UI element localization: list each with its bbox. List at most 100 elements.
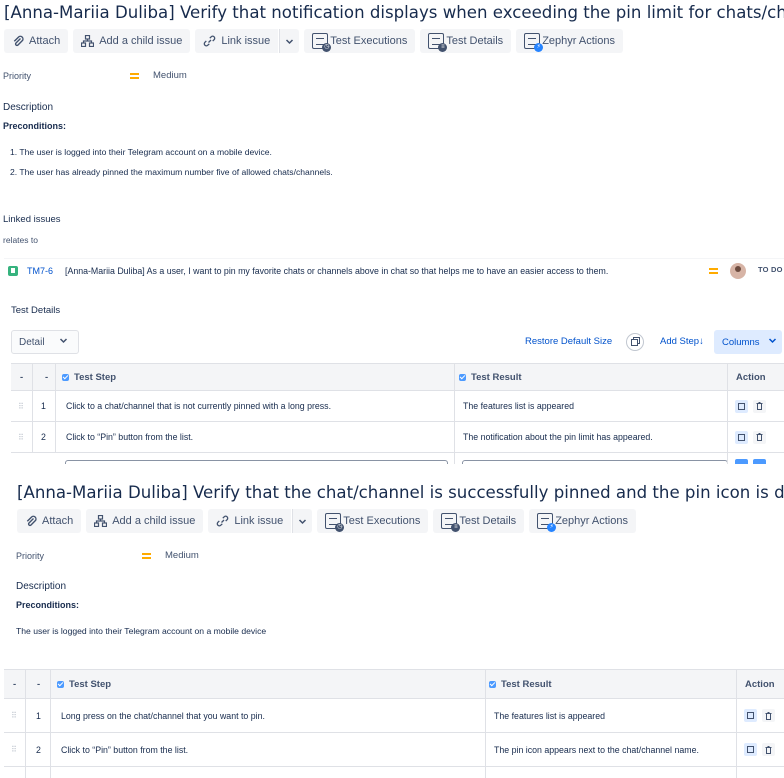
table-row: ⠿ 2 Click to “Pin” button from the list.… [4, 733, 784, 767]
trash-icon[interactable] [762, 743, 775, 756]
restore-default-size-link[interactable]: Restore Default Size [525, 336, 612, 347]
precondition-item: The user is logged into their Telegram a… [16, 626, 267, 636]
result-text[interactable]: The pin icon appears next to the chat/ch… [494, 733, 699, 766]
column-label: Test Step [74, 371, 117, 383]
step-text[interactable]: Click to “Pin” button from the list. [61, 733, 188, 766]
issue-toolbar: Attach Add a child issue Link issue ◷ Te… [4, 29, 623, 53]
zephyr-actions-label: Zephyr Actions [555, 515, 628, 527]
relates-to-label: relates to [3, 235, 38, 245]
add-child-issue-button[interactable]: Add a child issue [86, 509, 204, 533]
preconditions-heading: Preconditions: [3, 121, 67, 131]
priority-text: Medium [165, 550, 199, 561]
chevron-down-icon [298, 517, 307, 526]
test-details-button[interactable]: ≡ Test Details [433, 509, 525, 533]
add-child-issue-button[interactable]: Add a child issue [73, 29, 191, 53]
step-number: 2 [41, 432, 46, 442]
divider [55, 364, 56, 453]
linked-issues-heading: Linked issues [3, 214, 61, 225]
linked-issue-key[interactable]: TM7-6 [27, 266, 53, 276]
test-executions-button[interactable]: ◷ Test Executions [317, 509, 429, 533]
column-action: Action [745, 678, 775, 690]
test-executions-button[interactable]: ◷ Test Executions [304, 29, 416, 53]
column-test-result[interactable]: Test Result [489, 670, 552, 698]
divider [32, 364, 33, 453]
trash-icon[interactable] [753, 399, 766, 413]
checkbox-icon [459, 373, 466, 381]
chevron-down-icon [59, 336, 68, 348]
link-issue-button[interactable]: Link issue [195, 29, 279, 53]
drag-handle-icon[interactable]: ⠿ [18, 422, 24, 452]
priority-medium-icon [709, 268, 718, 274]
column-test-step[interactable]: Test Step [57, 670, 111, 698]
trash-icon[interactable] [762, 709, 775, 722]
trash-icon[interactable] [753, 430, 766, 444]
clone-icon[interactable] [744, 709, 757, 722]
step-number: 1 [36, 710, 41, 721]
result-text[interactable]: The notification about the pin limit has… [463, 422, 653, 452]
test-details-button[interactable]: ≡ Test Details [420, 29, 512, 53]
new-result-input[interactable] [462, 460, 728, 464]
drag-handle-icon[interactable]: ⠿ [11, 733, 17, 766]
result-text[interactable]: The features list is appeared [494, 699, 605, 732]
step-text[interactable]: Long press on the chat/channel that you … [61, 699, 265, 732]
clone-icon[interactable] [735, 399, 748, 413]
priority-label: Priority [3, 71, 32, 81]
table-header: - - Test Step Test Result Action [11, 364, 784, 391]
add-step-link[interactable]: Add Step↓ [660, 336, 704, 347]
column-drag: - [13, 678, 17, 690]
linked-issue-summary[interactable]: [Anna-Mariia Duliba] As a user, I want t… [65, 266, 608, 276]
linked-issue-row[interactable]: TM7-6 [Anna-Mariia Duliba] As a user, I … [4, 258, 784, 282]
save-step-icon[interactable] [735, 459, 748, 464]
zephyr-actions-button[interactable]: ⚡ Zephyr Actions [516, 29, 623, 53]
chevron-down-icon [768, 336, 777, 348]
divider [485, 670, 486, 778]
drag-handle-icon[interactable]: ⠿ [18, 391, 24, 421]
drag-handle-icon[interactable]: ⠿ [11, 699, 17, 732]
columns-button[interactable]: Columns [714, 330, 782, 354]
add-step-icon[interactable] [753, 459, 766, 464]
priority-value[interactable]: Medium [142, 550, 199, 561]
zephyr-icon: ⚡ [537, 513, 557, 532]
column-label: Test Result [501, 678, 552, 690]
link-issue-button[interactable]: Link issue [208, 509, 292, 533]
priority-value[interactable]: Medium [130, 70, 187, 81]
issue-panel-2: [Anna-Mariia Duliba] Verify that the cha… [0, 480, 784, 778]
add-child-label: Add a child issue [99, 35, 183, 47]
description-heading: Description [3, 102, 54, 113]
link-issue-dropdown[interactable] [292, 509, 313, 533]
test-details-icon: ≡ [428, 33, 448, 52]
avatar[interactable] [730, 263, 746, 279]
table-header: - - Test Step Test Result Action [4, 670, 784, 699]
link-issue-label: Link issue [221, 35, 271, 47]
priority-text: Medium [153, 70, 187, 81]
column-test-result[interactable]: Test Result [459, 364, 522, 390]
test-details-label: Test Details [459, 515, 517, 527]
step-text[interactable]: Click to a chat/channel that is not curr… [66, 391, 331, 421]
zephyr-actions-button[interactable]: ⚡ Zephyr Actions [529, 509, 636, 533]
zephyr-icon: ⚡ [524, 33, 544, 52]
step-text[interactable]: Click to “Pin” button from the list. [66, 422, 193, 452]
view-select-value: Detail [19, 336, 45, 348]
new-step-input[interactable] [65, 460, 448, 464]
clone-icon[interactable] [744, 743, 757, 756]
link-issue-label: Link issue [234, 515, 284, 527]
row-actions [744, 699, 780, 732]
column-test-step[interactable]: Test Step [62, 364, 116, 390]
test-executions-icon: ◷ [325, 513, 345, 532]
copy-button[interactable] [626, 333, 644, 351]
description-heading: Description [16, 581, 67, 592]
clone-icon[interactable] [735, 430, 748, 444]
status-badge[interactable]: TO DO [758, 265, 783, 274]
precondition-item: 1. The user is logged into their Telegra… [10, 147, 272, 157]
test-details-heading: Test Details [11, 305, 61, 316]
test-details-label: Test Details [446, 35, 504, 47]
checkbox-icon [489, 680, 496, 688]
result-text[interactable]: The features list is appeared [463, 391, 574, 421]
attach-button[interactable]: Attach [4, 29, 69, 53]
attach-button[interactable]: Attach [17, 509, 82, 533]
link-issue-dropdown[interactable] [279, 29, 300, 53]
priority-label: Priority [16, 551, 45, 561]
issue-toolbar: Attach Add a child issue Link issue ◷ Te… [17, 509, 636, 533]
view-select[interactable]: Detail [11, 330, 79, 354]
column-number: - [37, 678, 41, 690]
